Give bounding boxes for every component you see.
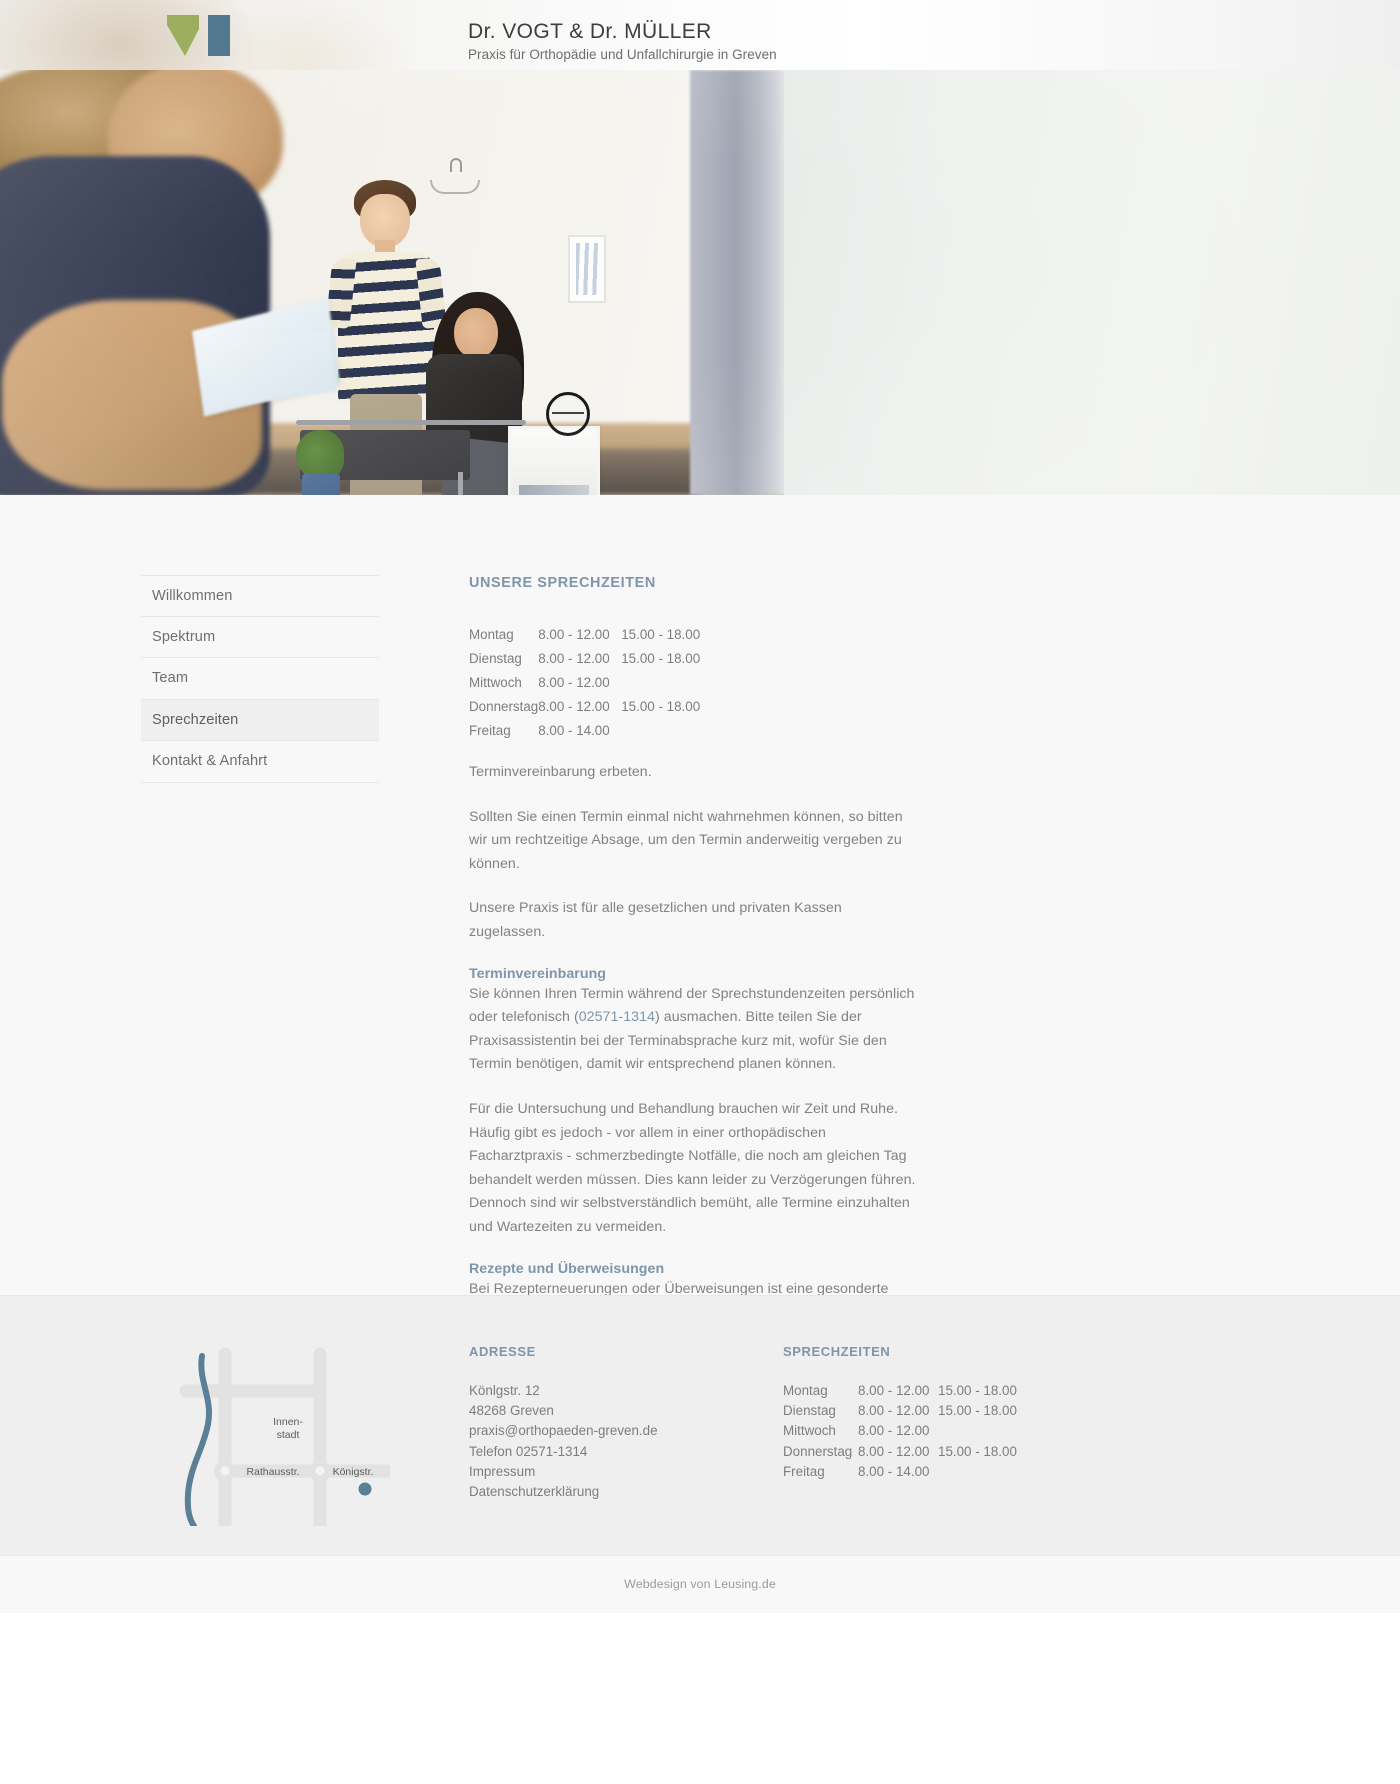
hours-day: Freitag — [783, 1463, 825, 1479]
table-row: Mittwoch 8.00 - 12.00 — [783, 1421, 1018, 1441]
hours-morning: 8.00 - 12.00 — [858, 1423, 930, 1439]
map-label-koenigstr: Königstr. — [333, 1466, 374, 1478]
impressum-link[interactable]: Impressum — [469, 1462, 749, 1482]
hours-afternoon — [938, 1421, 1018, 1441]
page-title: UNSERE SPRECHZEITEN — [469, 575, 656, 591]
hero-image — [0, 70, 1400, 495]
hero-overlay — [0, 70, 1400, 495]
table-row: Donnerstag 8.00 - 12.00 15.00 - 18.00 — [469, 697, 701, 721]
content-area: Willkommen Spektrum Team Sprechzeiten Ko… — [0, 495, 1400, 1344]
hours-afternoon: 15.00 - 18.00 — [938, 1403, 1017, 1419]
table-row: Dienstag 8.00 - 12.00 15.00 - 18.00 — [469, 649, 701, 673]
address-email-link[interactable]: praxis@orthopaeden-greven.de — [469, 1421, 749, 1441]
table-row: Freitag 8.00 - 14.00 — [469, 721, 701, 745]
sidebar-item-spektrum[interactable]: Spektrum — [141, 617, 379, 658]
webdesign-credit[interactable]: Webdesign von Leusing.de — [0, 1577, 1400, 1591]
footer-address-heading: ADRESSE — [469, 1344, 536, 1359]
paragraph-waiting-times: Für die Untersuchung und Behandlung brau… — [469, 1100, 916, 1235]
hours-afternoon: 15.00 - 18.00 — [938, 1443, 1017, 1459]
map-icon: Innen- stadt Rathausstr. Königstr. — [179, 1347, 395, 1531]
paragraph-cancellation: Sollten Sie einen Termin einmal nicht wa… — [469, 808, 903, 872]
hours-morning: 8.00 - 12.00 — [538, 699, 610, 714]
hours-day: Montag — [783, 1383, 828, 1398]
hours-morning: 8.00 - 12.00 — [858, 1443, 930, 1459]
hours-morning: 8.00 - 12.00 — [538, 675, 610, 690]
location-map[interactable]: Innen- stadt Rathausstr. Königstr. — [150, 1326, 395, 1531]
site-header: Dr. VOGT & Dr. MÜLLER Praxis für Orthopä… — [0, 0, 1400, 70]
hours-morning: 8.00 - 14.00 — [858, 1463, 930, 1479]
hours-day: Mittwoch — [783, 1423, 836, 1439]
brand-subtitle: Praxis für Orthopädie und Unfallchirurgi… — [468, 47, 777, 62]
phone-link[interactable]: 02571-1314 — [579, 1009, 655, 1025]
heading-rezepte: Rezepte und Überweisungen — [469, 1260, 665, 1277]
hero-scene — [0, 70, 1400, 495]
hours-afternoon: 15.00 - 18.00 — [621, 699, 701, 714]
logo-icon — [167, 15, 230, 56]
footer-hours-heading: SPRECHZEITEN — [783, 1344, 891, 1359]
hours-day: Dienstag — [783, 1403, 836, 1419]
hours-day: Donnerstag — [469, 699, 539, 714]
hours-day: Donnerstag — [783, 1443, 853, 1459]
hours-morning: 8.00 - 12.00 — [858, 1383, 930, 1398]
table-row: Dienstag 8.00 - 12.00 15.00 - 18.00 — [783, 1401, 1018, 1421]
main-navigation: Willkommen Spektrum Team Sprechzeiten Ko… — [141, 575, 379, 783]
bottom-bar: Webdesign von Leusing.de — [0, 1555, 1400, 1613]
map-label-innenstadt-line2: stadt — [277, 1429, 300, 1441]
sidebar-item-kontakt-anfahrt[interactable]: Kontakt & Anfahrt — [141, 741, 379, 783]
address-street: Könlgstr. 12 — [469, 1383, 540, 1398]
table-row: Donnerstag 8.00 - 12.00 15.00 - 18.00 — [783, 1442, 1018, 1462]
hours-afternoon: 15.00 - 18.00 — [621, 627, 701, 642]
address-city: 48268 Greven — [469, 1403, 554, 1419]
opening-hours-table: Montag 8.00 - 12.00 15.00 - 18.00 Dienst… — [469, 625, 701, 745]
main-content: UNSERE SPRECHZEITEN Montag 8.00 - 12.00 … — [469, 575, 919, 1348]
table-row: Montag 8.00 - 12.00 15.00 - 18.00 — [469, 625, 701, 649]
sidebar-item-willkommen[interactable]: Willkommen — [141, 575, 379, 617]
hours-day: Mittwoch — [469, 675, 522, 690]
hours-afternoon — [621, 673, 701, 697]
hours-morning: 8.00 - 12.00 — [538, 651, 610, 666]
hours-afternoon: 15.00 - 18.00 — [938, 1383, 1017, 1398]
sidebar-item-team[interactable]: Team — [141, 658, 379, 700]
paragraph-appointment-request: Terminvereinbarung erbeten. — [469, 764, 652, 780]
map-label-rathausstr: Rathausstr. — [246, 1466, 299, 1478]
sidebar-item-sprechzeiten[interactable]: Sprechzeiten — [141, 699, 379, 741]
hours-afternoon: 15.00 - 18.00 — [621, 651, 701, 666]
hours-afternoon — [621, 721, 701, 745]
paragraph-terminvereinbarung: Sie können Ihren Termin während der Spre… — [469, 983, 919, 1077]
hours-morning: 8.00 - 14.00 — [538, 723, 610, 738]
map-label-innenstadt-line1: Innen- — [273, 1416, 303, 1428]
footer-hours-table: Montag 8.00 - 12.00 15.00 - 18.00 Dienst… — [783, 1381, 1018, 1482]
hours-afternoon — [938, 1462, 1018, 1482]
hours-day: Dienstag — [469, 651, 522, 666]
brand-title: Dr. VOGT & Dr. MÜLLER — [468, 20, 712, 43]
table-row: Freitag 8.00 - 14.00 — [783, 1462, 1018, 1482]
hours-morning: 8.00 - 12.00 — [538, 627, 610, 642]
footer-address-column: ADRESSE Könlgstr. 12 48268 Greven praxis… — [469, 1344, 749, 1502]
hours-day: Montag — [469, 627, 514, 642]
table-row: Mittwoch 8.00 - 12.00 — [469, 673, 701, 697]
heading-terminvereinbarung: Terminvereinbarung — [469, 965, 607, 982]
address-phone: Telefon 02571-1314 — [469, 1443, 588, 1459]
footer-hours-column: SPRECHZEITEN Montag 8.00 - 12.00 15.00 -… — [783, 1344, 1113, 1482]
vogt-mueller-logo[interactable] — [163, 13, 235, 58]
paragraph-insurance: Unsere Praxis ist für alle gesetzlichen … — [469, 900, 842, 940]
brand: Dr. VOGT & Dr. MÜLLER Praxis für Orthopä… — [468, 19, 777, 64]
table-row: Montag 8.00 - 12.00 15.00 - 18.00 — [783, 1381, 1018, 1401]
site-footer: Innen- stadt Rathausstr. Königstr. ADRES… — [0, 1295, 1400, 1555]
hours-morning: 8.00 - 12.00 — [858, 1403, 930, 1419]
hours-day: Freitag — [469, 723, 511, 738]
datenschutz-link[interactable]: Datenschutzerklärung — [469, 1482, 749, 1502]
